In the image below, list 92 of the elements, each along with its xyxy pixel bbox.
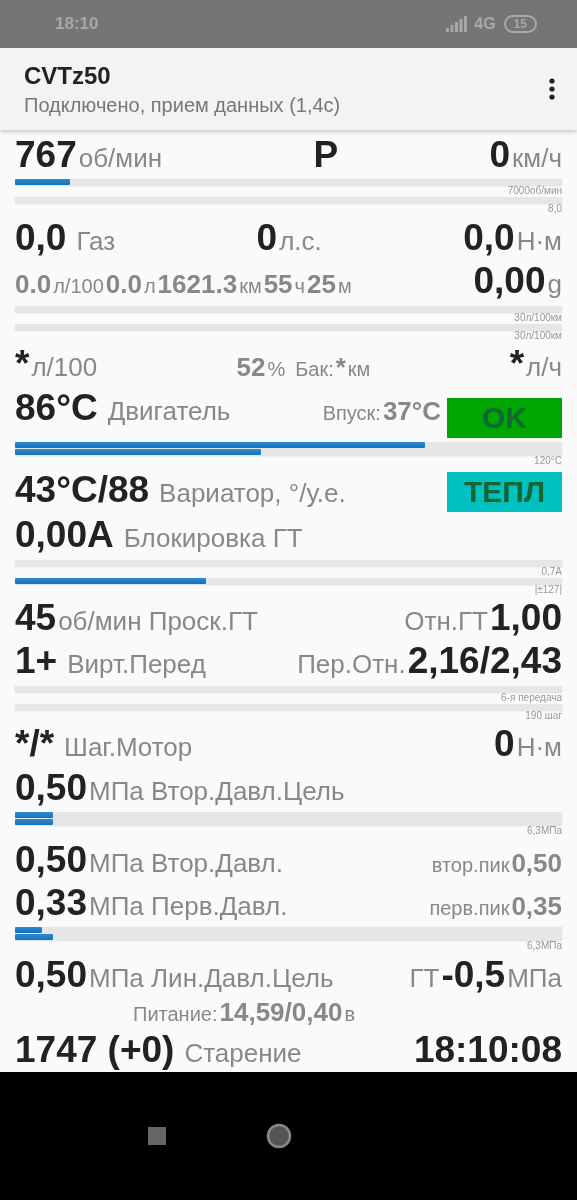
value-text: 0,35 (511, 893, 562, 921)
scale-caption: 7000об/мин (506, 185, 562, 197)
unit-text: м (337, 276, 352, 298)
label-text: Шаг.Мотор (64, 734, 193, 762)
value-text: 0,00 (473, 262, 546, 302)
unit-text: МПа Перв.Давл. (89, 893, 288, 921)
label-text: Вариатор, °/у.е. (159, 479, 346, 507)
value-text: 1621.3 (157, 271, 238, 299)
value-text: 767 (15, 136, 77, 175)
value-text: 37°C (382, 397, 441, 425)
value-text: * (509, 345, 525, 385)
recents-icon[interactable] (147, 1127, 166, 1145)
signal-icon (446, 16, 469, 32)
value-text: 0,50 (15, 768, 87, 808)
unit-text: Н·м (516, 734, 562, 762)
label-text: Вирт.Перед (67, 651, 206, 679)
home-icon[interactable] (265, 1123, 292, 1149)
scale-caption: 6,3МПа (526, 825, 562, 837)
value-text: 0,00A (15, 516, 114, 555)
unit-text: Пер.Отн. (297, 651, 406, 679)
scale-caption: 190 шаг (524, 709, 562, 721)
value-text: 14,59/0,40 (219, 999, 343, 1027)
label-text: Двигатель (107, 397, 231, 425)
scale-caption: 6,3МПа (526, 940, 562, 952)
unit-text: МПа Втор.Давл. (89, 849, 283, 877)
value-text: 0,0 (15, 218, 67, 258)
unit-text: км/ч (511, 145, 562, 173)
scale-caption: 8,0 (547, 203, 562, 215)
value-text: 43°C/88 (15, 470, 150, 510)
status-badge: OK (447, 397, 562, 438)
value-text: 0,50 (15, 840, 87, 880)
unit-text: л.с. (279, 227, 322, 256)
scale-caption: 6-я передача (500, 691, 562, 703)
menu-icon[interactable] (549, 78, 555, 100)
scale-caption: 30л/100км (513, 329, 562, 341)
unit-text: % (267, 359, 286, 381)
unit-text: км (347, 359, 371, 381)
value-text: P (313, 136, 339, 175)
connection-status: Подключено, прием данных (1,4с) (24, 93, 342, 117)
value-text: 1747 (+0) (15, 1031, 175, 1070)
value-text: 1+ (15, 642, 58, 682)
unit-text: об/мин (78, 145, 163, 173)
value-text: 52 (236, 354, 266, 382)
unit-text: ГТ (409, 964, 440, 993)
unit-text: км (239, 276, 262, 298)
value-text: 1,00 (490, 599, 562, 638)
value-text: 86°C (15, 388, 98, 428)
label-text: Питание: (133, 1004, 218, 1026)
unit-text: ч (294, 276, 305, 298)
value-text: 0 (489, 136, 510, 175)
unit-text: МПа (507, 964, 562, 993)
scale-caption: |±127| (533, 583, 562, 595)
value-text: 45 (15, 599, 57, 638)
value-text: 0,50 (511, 849, 562, 877)
value-text: 25 (306, 271, 336, 299)
label-text: Отн.ГТ (404, 608, 488, 636)
value-text: * (15, 345, 30, 385)
label-text: втор.пик (431, 854, 510, 876)
label-text: Впуск: (322, 402, 381, 424)
unit-text: Н·м (516, 227, 562, 256)
label-text: перв.пик (429, 898, 510, 919)
label-text: Блокировка ГТ (123, 525, 303, 553)
app-title: CVTz50 (24, 61, 112, 90)
scale-caption: 120°C (533, 455, 562, 467)
label-text: Старение (184, 1040, 302, 1068)
unit-text: МПа Лин.Давл.Цель (89, 964, 334, 993)
value-text: 0,50 (15, 955, 87, 995)
value-text: 0 (256, 218, 278, 258)
label-text: Газ (76, 227, 116, 256)
value-text: 55 (263, 271, 293, 299)
unit-text: в (344, 1004, 356, 1026)
unit-text: л/100 (53, 276, 104, 298)
value-text: * (335, 354, 346, 382)
value-text: 0,33 (15, 884, 87, 923)
value-text: 18:10:08 (413, 1031, 562, 1070)
value-text: 0,0 (463, 218, 515, 258)
unit-text: МПа Втор.Давл.Цель (89, 777, 345, 805)
unit-text: л/ч (526, 354, 562, 382)
unit-text: л/100 (31, 354, 98, 382)
unit-text: об/мин Проск.ГТ (58, 608, 258, 636)
value-text: 0.0 (15, 271, 52, 299)
status-badge: ТЕПЛ (447, 471, 562, 512)
unit-text: л (143, 276, 156, 298)
label-text: Бак: (295, 359, 334, 381)
value-text: */* (15, 725, 55, 765)
value-text: 2,16/2,43 (407, 642, 562, 682)
value-text: 0.0 (105, 271, 142, 299)
unit-text: g (547, 271, 562, 299)
value-text: -0,5 (441, 955, 506, 995)
value-text: 0 (494, 725, 515, 765)
scale-caption: 0,7А (540, 565, 562, 577)
scale-caption: 30л/100км (513, 311, 562, 323)
